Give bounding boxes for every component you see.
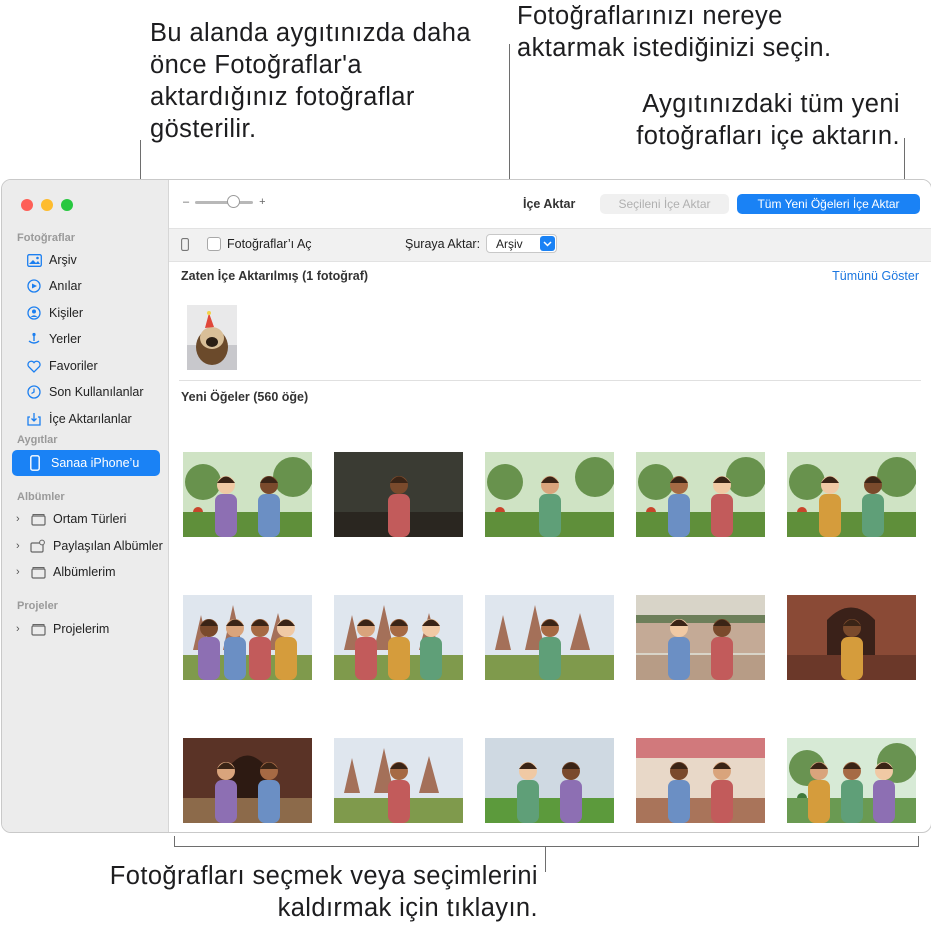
- sidebar-item-label: Anılar: [49, 279, 82, 293]
- callout-destination: Fotoğraflarınızı nereye aktarmak istediğ…: [517, 2, 832, 62]
- window-controls: [21, 199, 73, 211]
- leader-line: [174, 846, 919, 847]
- photo-thumbnail[interactable]: [334, 595, 463, 680]
- sidebar-item-favorites[interactable]: Favoriler: [26, 356, 98, 376]
- sidebar-item-label: Son Kullanılanlar: [49, 385, 144, 399]
- places-icon: [26, 331, 42, 347]
- callout-select-photos: Fotoğrafları seçmek veya seçimlerini kal…: [109, 862, 538, 922]
- photo-thumbnail[interactable]: [485, 595, 614, 680]
- close-window-button[interactable]: [21, 199, 33, 211]
- folder-icon: [30, 511, 46, 527]
- chevron-right-icon[interactable]: ›: [16, 566, 26, 578]
- callout-imported-area: Bu alanda aygıtınızda daha önce Fotoğraf…: [150, 19, 471, 143]
- section-divider: [179, 380, 921, 381]
- minimize-window-button[interactable]: [41, 199, 53, 211]
- import-tab-title: İçe Aktar: [523, 197, 576, 211]
- shared-album-icon: [30, 538, 46, 554]
- import-options-bar: Fotoğraflar’ı Aç Şuraya Aktar: Arşiv: [169, 228, 931, 262]
- import-all-new-button[interactable]: Tüm Yeni Öğeleri İçe Aktar: [737, 194, 920, 214]
- zoom-slider-knob[interactable]: [227, 194, 241, 208]
- open-photos-checkbox[interactable]: [207, 237, 221, 251]
- photo-thumbnail[interactable]: [183, 452, 312, 537]
- sidebar-item-label: Paylaşılan Albümler: [53, 539, 163, 553]
- main-content: – + İçe Aktar Seçileni İçe Aktar Tüm Yen…: [169, 180, 931, 832]
- iphone-icon: [181, 238, 189, 256]
- sidebar-item-label: İçe Aktarılanlar: [49, 412, 132, 426]
- photo-thumbnail[interactable]: [485, 738, 614, 823]
- clock-icon: [26, 384, 42, 400]
- import-icon: [26, 411, 42, 427]
- sidebar-item-label: Yerler: [49, 332, 82, 346]
- leader-line: [174, 836, 175, 846]
- zoom-in-icon[interactable]: +: [259, 196, 265, 208]
- sidebar-item-library[interactable]: Arşiv: [26, 250, 77, 270]
- sidebar-item-people[interactable]: Kişiler: [26, 303, 83, 323]
- photo-thumbnail[interactable]: [636, 738, 765, 823]
- chevron-down-icon[interactable]: [540, 236, 555, 251]
- sidebar-item-label: Ortam Türleri: [53, 512, 127, 526]
- photo-thumbnail[interactable]: [485, 452, 614, 537]
- sidebar-item-media-types[interactable]: › Ortam Türleri: [16, 509, 126, 529]
- photo-thumbnail[interactable]: [787, 738, 916, 823]
- iphone-icon: [27, 455, 43, 471]
- photo-thumbnail[interactable]: [334, 452, 463, 537]
- destination-label: Şuraya Aktar:: [405, 237, 481, 251]
- show-all-link[interactable]: Tümünü Göster: [832, 269, 919, 283]
- photo-thumbnail[interactable]: [787, 595, 916, 680]
- chevron-right-icon[interactable]: ›: [16, 540, 26, 552]
- imported-photo-thumbnail[interactable]: [187, 305, 237, 370]
- folder-icon: [30, 621, 46, 637]
- sidebar-item-device[interactable]: Sanaa iPhone’u: [12, 450, 160, 476]
- sidebar-item-label: Albümlerim: [53, 565, 116, 579]
- section-albums: Albümler: [17, 491, 65, 503]
- callout-import-all: Aygıtınızdaki tüm yeni fotoğrafları içe …: [636, 90, 900, 150]
- memories-icon: [26, 278, 42, 294]
- zoom-out-icon[interactable]: –: [183, 196, 189, 208]
- heart-icon: [26, 358, 42, 374]
- section-photos: Fotoğraflar: [17, 232, 76, 244]
- sidebar-item-shared-albums[interactable]: › Paylaşılan Albümler: [16, 536, 163, 556]
- photo-thumbnail[interactable]: [183, 595, 312, 680]
- photo-thumbnail[interactable]: [636, 595, 765, 680]
- new-items-heading: Yeni Öğeler (560 öğe): [181, 390, 309, 404]
- already-imported-heading: Zaten İçe Aktarılmış (1 fotoğraf): [181, 269, 369, 283]
- sidebar-item-label: Kişiler: [49, 306, 84, 320]
- leader-line: [918, 836, 919, 846]
- zoom-window-button[interactable]: [61, 199, 73, 211]
- section-projects: Projeler: [17, 600, 58, 612]
- chevron-right-icon[interactable]: ›: [16, 513, 26, 525]
- toolbar: – + İçe Aktar Seçileni İçe Aktar Tüm Yen…: [169, 180, 931, 228]
- leader-line: [545, 846, 546, 872]
- photo-thumbnail[interactable]: [334, 738, 463, 823]
- library-icon: [26, 252, 42, 268]
- sidebar-item-places[interactable]: Yerler: [26, 329, 81, 349]
- sidebar-item-my-albums[interactable]: › Albümlerim: [16, 562, 116, 582]
- photo-thumbnail[interactable]: [787, 452, 916, 537]
- destination-value: Arşiv: [496, 236, 523, 251]
- sidebar: Fotoğraflar Arşiv Anılar Kişiler Yerler: [2, 180, 169, 832]
- sidebar-item-label: Sanaa iPhone’u: [51, 456, 140, 470]
- sidebar-item-my-projects[interactable]: › Projelerim: [16, 619, 109, 639]
- photo-thumbnail[interactable]: [636, 452, 765, 537]
- import-selected-button[interactable]: Seçileni İçe Aktar: [600, 194, 729, 214]
- chevron-right-icon[interactable]: ›: [16, 623, 26, 635]
- sidebar-item-recents[interactable]: Son Kullanılanlar: [26, 382, 144, 402]
- folder-icon: [30, 564, 46, 580]
- zoom-control: – +: [183, 194, 266, 208]
- open-photos-label: Fotoğraflar’ı Aç: [227, 237, 312, 251]
- sidebar-item-imports[interactable]: İçe Aktarılanlar: [26, 409, 132, 429]
- destination-select[interactable]: Arşiv: [486, 234, 557, 253]
- photo-thumbnail[interactable]: [183, 738, 312, 823]
- sidebar-item-label: Projelerim: [53, 622, 110, 636]
- zoom-slider[interactable]: [195, 194, 254, 208]
- sidebar-item-label: Favoriler: [49, 359, 98, 373]
- section-devices: Aygıtlar: [17, 434, 58, 446]
- photos-window: Fotoğraflar Arşiv Anılar Kişiler Yerler: [1, 179, 931, 833]
- sidebar-item-label: Arşiv: [49, 253, 77, 267]
- sidebar-item-memories[interactable]: Anılar: [26, 276, 82, 296]
- people-icon: [26, 305, 42, 321]
